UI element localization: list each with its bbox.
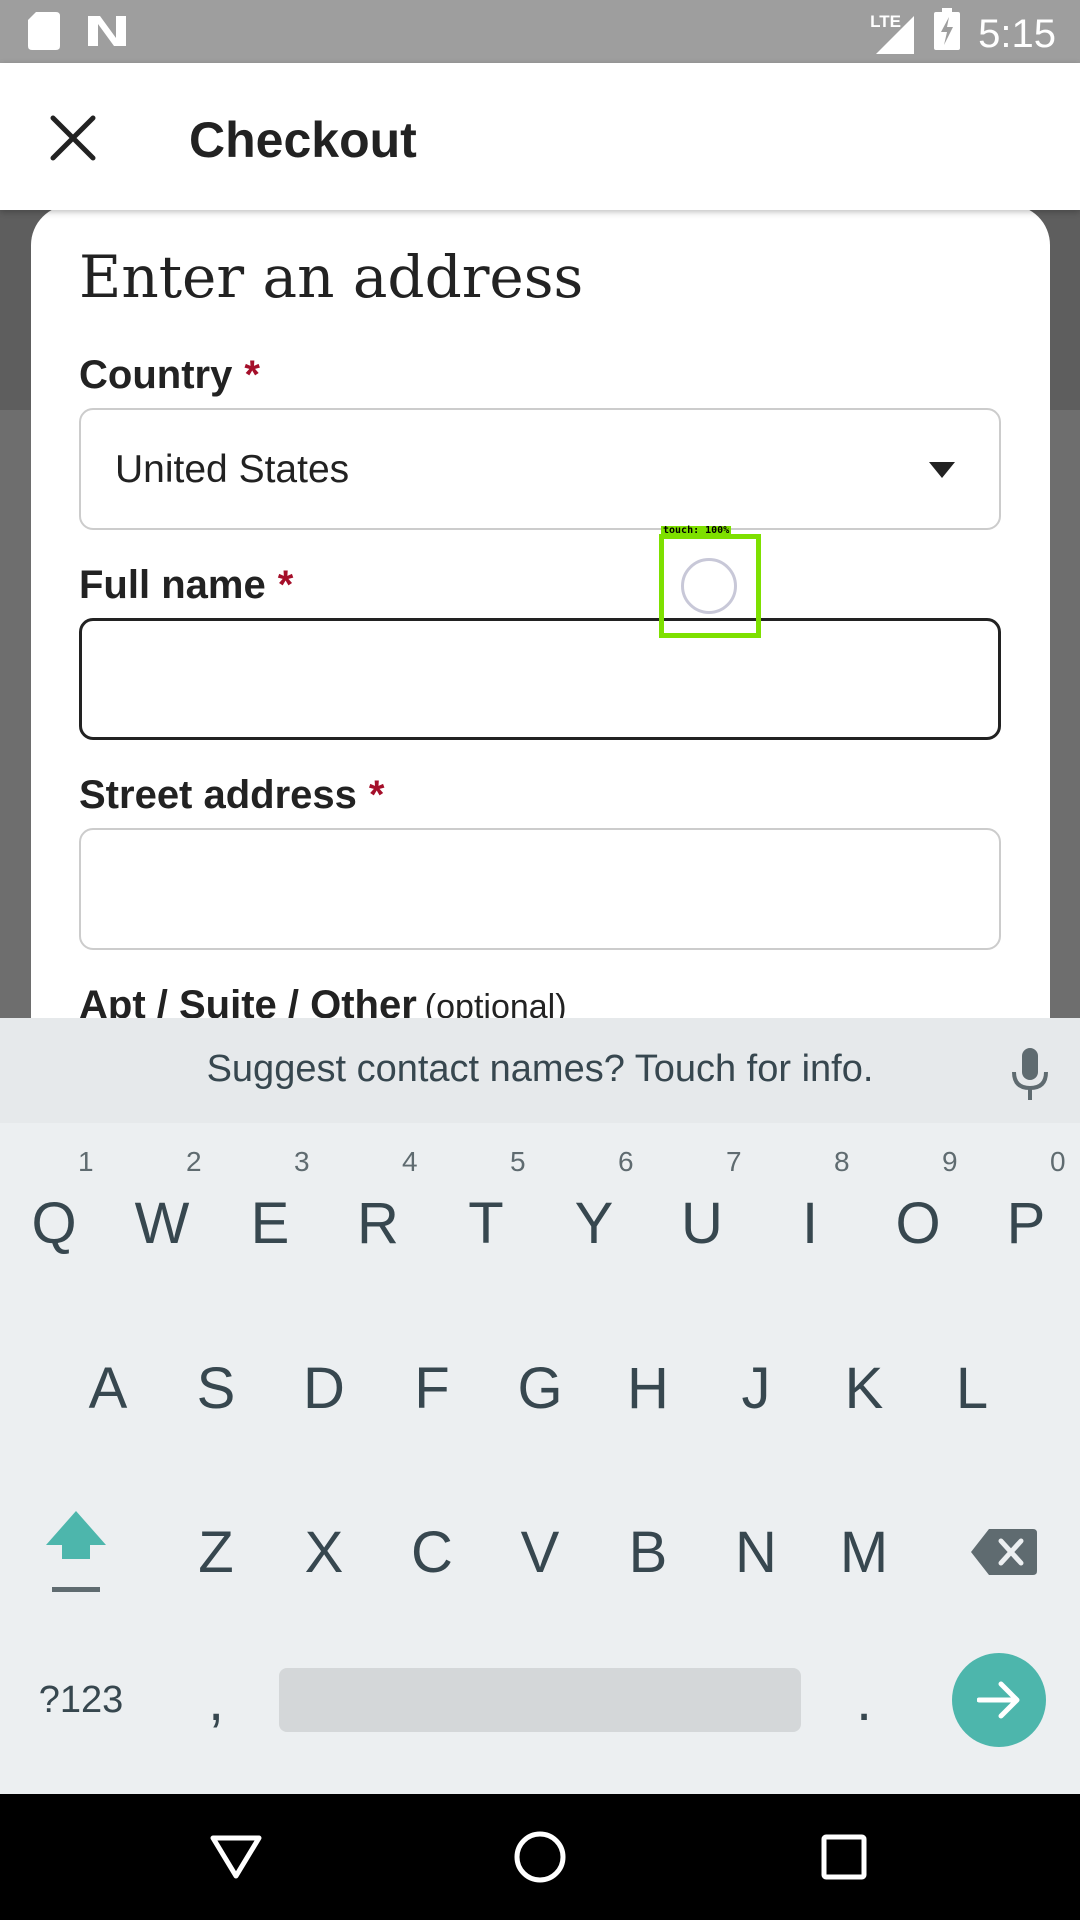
clock: 5:15 [978, 11, 1056, 56]
key-z[interactable]: Z [162, 1502, 270, 1602]
comma-key[interactable]: , [162, 1650, 270, 1750]
key-hint: 8 [834, 1146, 850, 1177]
country-select[interactable]: United States [79, 408, 1001, 530]
home-button[interactable] [510, 1827, 570, 1887]
space-bar[interactable] [279, 1668, 801, 1732]
key-t[interactable]: T [432, 1173, 540, 1273]
key-h[interactable]: H [594, 1338, 702, 1438]
backspace-icon [971, 1529, 1037, 1575]
key-hint: 9 [942, 1146, 958, 1177]
key-hint: 4 [402, 1146, 418, 1177]
full-name-label-text: Full name [79, 563, 266, 607]
key-k[interactable]: K [810, 1338, 918, 1438]
required-marker: * [368, 773, 385, 817]
sd-card-icon [28, 12, 60, 55]
key-l[interactable]: L [918, 1338, 1026, 1438]
touch-indicator-label: touch: 100% [661, 525, 732, 536]
street-address-label-text: Street address [79, 773, 357, 817]
key-hint: 2 [186, 1146, 202, 1177]
key-m[interactable]: M [810, 1502, 918, 1602]
key-hint: 7 [726, 1146, 742, 1177]
recents-button[interactable] [814, 1827, 874, 1887]
close-icon [50, 115, 96, 161]
key-u[interactable]: U [648, 1173, 756, 1273]
full-name-field[interactable] [79, 618, 1001, 740]
shift-key[interactable] [22, 1502, 130, 1602]
shift-icon [46, 1511, 106, 1592]
key-hint: 6 [618, 1146, 634, 1177]
key-i[interactable]: I [756, 1173, 864, 1273]
key-s[interactable]: S [162, 1338, 270, 1438]
status-bar: LTE 5:15 [0, 0, 1080, 63]
dropdown-caret-icon [929, 462, 955, 478]
key-r[interactable]: R [324, 1173, 432, 1273]
key-hint: 1 [78, 1146, 94, 1177]
arrow-right-icon [977, 1681, 1020, 1719]
key-c[interactable]: C [378, 1502, 486, 1602]
navigation-bar [0, 1794, 1080, 1920]
recents-icon [821, 1834, 867, 1880]
key-q[interactable]: Q [0, 1173, 108, 1273]
key-f[interactable]: F [378, 1338, 486, 1438]
street-address-label: Street address * [79, 773, 385, 818]
key-d[interactable]: D [270, 1338, 378, 1438]
period-key[interactable]: . [810, 1650, 918, 1750]
key-w[interactable]: W [108, 1173, 216, 1273]
backspace-key[interactable] [950, 1502, 1058, 1602]
key-b[interactable]: B [594, 1502, 702, 1602]
touch-point-icon [681, 558, 737, 614]
suggestion-text[interactable]: Suggest contact names? Touch for info. [0, 1048, 1080, 1091]
form-title: Enter an address [79, 243, 584, 311]
key-x[interactable]: X [270, 1502, 378, 1602]
key-g[interactable]: G [486, 1338, 594, 1438]
app-bar: Checkout [0, 63, 1080, 210]
soft-keyboard: Suggest contact names? Touch for info. Q… [0, 1018, 1080, 1794]
close-button[interactable] [38, 103, 108, 173]
back-button[interactable] [206, 1827, 266, 1887]
key-hint: 3 [294, 1146, 310, 1177]
key-e[interactable]: E [216, 1173, 324, 1273]
symbols-key[interactable]: ?123 [26, 1650, 136, 1750]
battery-icon [934, 8, 961, 60]
key-hint: 0 [1050, 1146, 1066, 1177]
address-card: Enter an address Country * United States … [31, 205, 1050, 1105]
key-a[interactable]: A [54, 1338, 162, 1438]
key-p[interactable]: P [972, 1173, 1080, 1273]
street-address-field[interactable] [79, 828, 1001, 950]
back-icon [210, 1835, 262, 1879]
country-label: Country * [79, 353, 260, 398]
key-y[interactable]: Y [540, 1173, 648, 1273]
full-name-label: Full name * [79, 563, 293, 608]
page-title: Checkout [189, 112, 417, 168]
required-marker: * [244, 353, 260, 397]
enter-key[interactable] [952, 1653, 1046, 1747]
key-hint: 5 [510, 1146, 526, 1177]
key-n[interactable]: N [702, 1502, 810, 1602]
country-value: United States [115, 448, 350, 491]
key-o[interactable]: O [864, 1173, 972, 1273]
required-marker: * [277, 563, 294, 607]
n-logo-icon [86, 14, 128, 53]
microphone-icon[interactable] [1010, 1048, 1050, 1105]
country-label-text: Country [79, 353, 233, 397]
home-icon [514, 1831, 566, 1883]
suggestion-strip[interactable]: Suggest contact names? Touch for info. [0, 1018, 1080, 1123]
key-v[interactable]: V [486, 1502, 594, 1602]
lte-signal-icon: LTE [870, 12, 916, 56]
key-j[interactable]: J [702, 1338, 810, 1438]
